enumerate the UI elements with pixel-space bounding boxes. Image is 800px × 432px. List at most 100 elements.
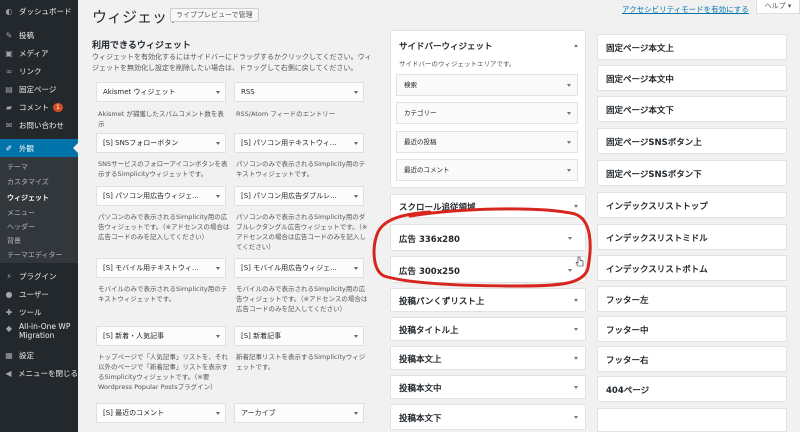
sidebar-item-comments[interactable]: ▰ コメント 1 xyxy=(0,98,78,116)
widget-desc: パソコンのみで表示されるSimplicity用のテキストウィジェットです。 xyxy=(236,160,366,178)
area-title[interactable]: 404ページ xyxy=(606,384,649,396)
area-title[interactable]: サイドバーウィジェット xyxy=(399,40,493,52)
chevron-down-icon[interactable] xyxy=(354,195,358,198)
chevron-down-icon[interactable] xyxy=(567,112,571,115)
submenu-customize[interactable]: カスタマイズ xyxy=(7,177,49,187)
chevron-down-icon[interactable] xyxy=(574,357,578,360)
area-title[interactable]: 固定ページ本文上 xyxy=(606,42,674,54)
widget-title: カテゴリー xyxy=(404,109,437,117)
area-title[interactable]: 広告 300x250 xyxy=(399,265,460,277)
widget-pc-ad[interactable]: [S] パソコン用広告ウィジェ... xyxy=(96,186,226,206)
sidebar-item-pages[interactable]: ▤ 固定ページ xyxy=(0,80,78,98)
sidebar-item-posts[interactable]: ✎ 投稿 xyxy=(0,26,78,44)
chevron-down-icon[interactable] xyxy=(574,386,578,389)
inner-widget-recent-comments[interactable]: 最近のコメント xyxy=(396,159,578,181)
chevron-down-icon[interactable] xyxy=(567,141,571,144)
submenu-header[interactable]: ヘッダー xyxy=(7,222,35,232)
widget-sns-follow[interactable]: [S] SNSフォローボタン xyxy=(96,133,226,153)
sidebar-item-dashboard[interactable]: ◐ ダッシュボード xyxy=(0,2,78,20)
area-title[interactable]: 投稿本文中 xyxy=(399,382,442,394)
widget-recent-comments[interactable]: [S] 最近のコメント xyxy=(96,403,226,423)
submenu-widgets[interactable]: ウィジェット xyxy=(7,193,49,203)
sidebar-item-users[interactable]: ● ユーザー xyxy=(0,285,78,303)
chevron-up-icon[interactable] xyxy=(574,44,578,47)
area-title[interactable]: 広告 336x280 xyxy=(399,233,460,245)
submenu-theme-editor[interactable]: テーマエディター xyxy=(7,250,63,260)
chevron-down-icon[interactable] xyxy=(574,328,578,331)
chevron-down-icon[interactable] xyxy=(354,91,358,94)
chevron-down-icon[interactable] xyxy=(568,237,572,240)
widget-desc: パソコンのみで表示されるSimplicity用のダブルレクタングル広告ウィジェッ… xyxy=(236,213,368,251)
submenu-themes[interactable]: テーマ xyxy=(7,162,28,172)
inner-widget-recent-posts[interactable]: 最近の投稿 xyxy=(396,131,578,153)
area-title[interactable]: フッター左 xyxy=(606,294,649,306)
area-title[interactable]: スクロール追従領域 xyxy=(399,201,476,213)
area-title[interactable]: 固定ページ本文下 xyxy=(606,104,674,116)
widget-mobile-ad[interactable]: [S] モバイル用広告ウィジェ... xyxy=(234,258,364,278)
submenu-menus[interactable]: メニュー xyxy=(7,208,35,218)
area-title[interactable]: 投稿本文下 xyxy=(399,412,442,424)
sidebar-item-plugins[interactable]: ⚡ プラグイン xyxy=(0,267,78,285)
chevron-down-icon[interactable] xyxy=(567,84,571,87)
chevron-down-icon[interactable] xyxy=(574,205,578,208)
sidebar-item-tools[interactable]: ✚ ツール xyxy=(0,303,78,321)
sidebar-item-links[interactable]: ∞ リンク xyxy=(0,62,78,80)
widget-archives[interactable]: アーカイブ xyxy=(234,403,364,423)
submenu-background[interactable]: 背景 xyxy=(7,236,21,246)
widget-new-posts[interactable]: [S] 新着記事 xyxy=(234,326,364,346)
widget-pc-text[interactable]: [S] パソコン用テキストウィ... xyxy=(234,133,364,153)
widget-pc-double-ad[interactable]: [S] パソコン用広告ダブルレ... xyxy=(234,186,364,206)
sidebar-item-label: ツール xyxy=(19,307,42,317)
area-desc: サイドバーのウィジェットエリアです。 xyxy=(399,60,516,68)
area-title[interactable]: インデックスリストミドル xyxy=(606,232,708,244)
sidebar-item-settings[interactable]: ▦ 設定 xyxy=(0,346,78,364)
area-title[interactable]: インデックスリストトップ xyxy=(606,200,708,212)
sidebar-item-appearance[interactable]: ✐ 外観 xyxy=(0,139,78,157)
inner-widget-categories[interactable]: カテゴリー xyxy=(396,102,578,124)
plugin-icon: ⚡ xyxy=(6,271,12,281)
widget-title: [S] モバイル用広告ウィジェ... xyxy=(241,264,337,272)
inner-widget-search[interactable]: 検索 xyxy=(396,74,578,96)
chevron-down-icon[interactable] xyxy=(354,335,358,338)
chevron-down-icon[interactable] xyxy=(568,269,572,272)
chevron-down-icon[interactable] xyxy=(354,142,358,145)
area-title[interactable]: フッター右 xyxy=(606,354,649,366)
area-title[interactable]: 固定ページ本文中 xyxy=(606,73,674,85)
chevron-down-icon[interactable] xyxy=(216,195,220,198)
area-title[interactable]: 固定ページSNSボタン上 xyxy=(606,136,702,148)
widget-new-popular[interactable]: [S] 新着・人気記事 xyxy=(96,326,226,346)
collapse-menu-button[interactable]: ◀ メニューを閉じる xyxy=(0,364,78,382)
chevron-down-icon[interactable] xyxy=(574,416,578,419)
live-preview-button[interactable]: ライブプレビューで管理 xyxy=(170,8,259,22)
widget-title: 最近のコメント xyxy=(404,166,450,174)
chevron-down-icon[interactable] xyxy=(216,335,220,338)
sidebar-item-contact[interactable]: ✉ お問い合わせ xyxy=(0,116,78,134)
area-title[interactable]: 投稿パンくずリスト上 xyxy=(399,295,484,307)
widget-desc: パソコンのみで表示されるSimplicity用の広告ウィジェットです。（※アドセ… xyxy=(98,213,230,241)
appearance-submenu: テーマ カスタマイズ ウィジェット メニュー ヘッダー 背景 テーマエディター xyxy=(0,157,78,263)
widget-rss[interactable]: RSS xyxy=(234,82,364,102)
area-title[interactable]: インデックスリストボトム xyxy=(606,263,708,275)
chevron-down-icon[interactable] xyxy=(216,91,220,94)
widget-mobile-text[interactable]: [S] モバイル用テキストウィ... xyxy=(96,258,226,278)
area-title[interactable]: 投稿タイトル上 xyxy=(399,324,459,336)
area-title[interactable]: 固定ページSNSボタン下 xyxy=(606,168,702,180)
chevron-down-icon[interactable] xyxy=(354,267,358,270)
chevron-down-icon[interactable] xyxy=(216,267,220,270)
chevron-down-icon[interactable] xyxy=(567,169,571,172)
area-extra[interactable] xyxy=(597,408,787,432)
sidebar-item-migration[interactable]: ◆ All-in-One WP Migration xyxy=(0,322,78,346)
widget-desc: 新着記事リストを表示するSimplicityウィジェットです。 xyxy=(236,353,366,371)
chevron-down-icon[interactable] xyxy=(216,142,220,145)
chevron-down-icon[interactable] xyxy=(574,299,578,302)
accessibility-mode-link[interactable]: アクセシビリティモードを有効にする xyxy=(622,4,749,15)
chevron-down-icon[interactable] xyxy=(354,412,358,415)
chevron-down-icon[interactable] xyxy=(216,412,220,415)
widget-akismet[interactable]: Akismet ウィジェット xyxy=(96,82,226,102)
sidebar-item-label: 投稿 xyxy=(19,30,34,40)
media-icon: ▣ xyxy=(5,48,13,58)
area-title[interactable]: フッター中 xyxy=(606,324,649,336)
sidebar-item-media[interactable]: ▣ メディア xyxy=(0,44,78,62)
help-tab[interactable]: ヘルプ ▾ xyxy=(756,0,800,14)
area-title[interactable]: 投稿本文上 xyxy=(399,353,442,365)
